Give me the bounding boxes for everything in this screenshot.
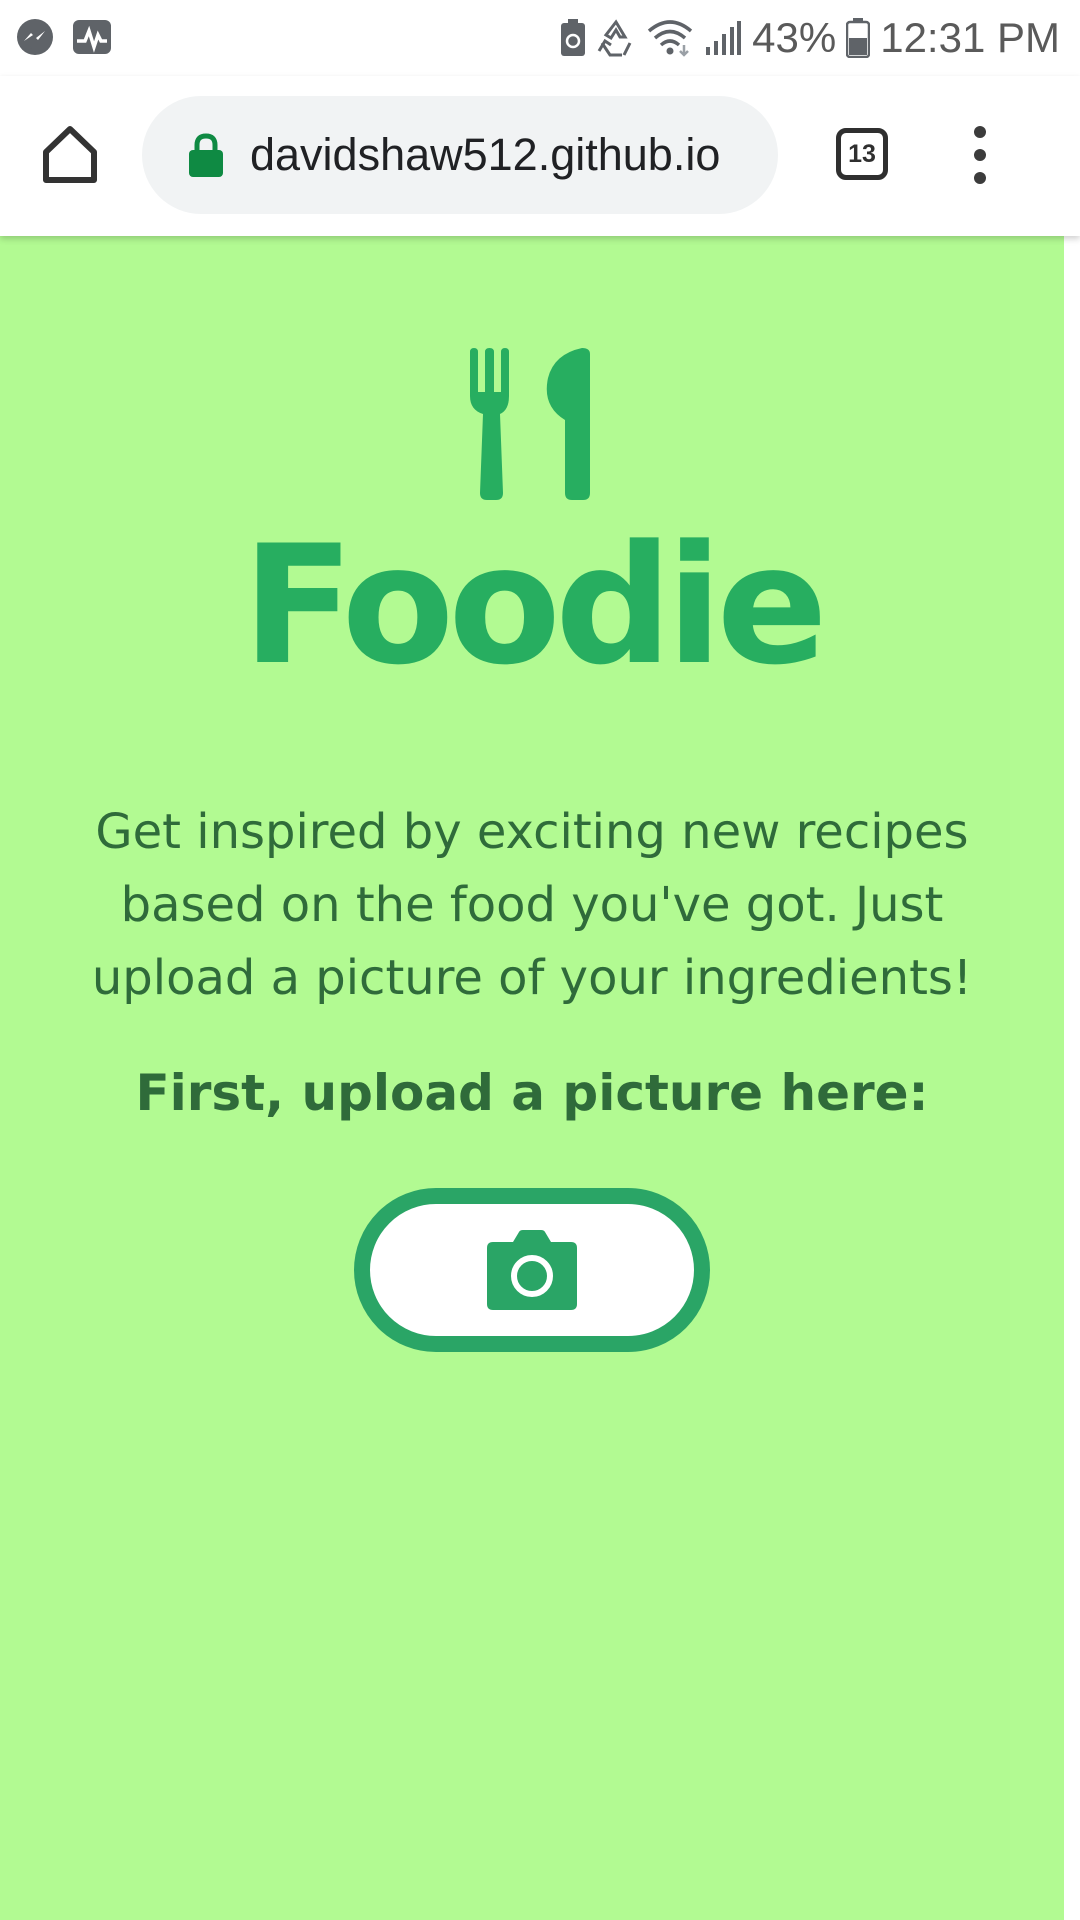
status-bar-right: 43% 12:31 PM bbox=[560, 10, 1060, 66]
camera-icon bbox=[487, 1230, 577, 1310]
status-bar: 43% 12:31 PM bbox=[0, 0, 1080, 76]
intro-text: Get inspired by exciting new recipes bas… bbox=[91, 804, 973, 1006]
url-text: davidshaw512.github.io bbox=[250, 129, 721, 180]
tabs-button[interactable]: 13 bbox=[836, 128, 888, 180]
battery-saver-icon bbox=[561, 19, 586, 56]
tab-count: 13 bbox=[848, 139, 876, 168]
upload-prompt: First, upload a picture here: bbox=[135, 1064, 929, 1122]
page-content: Foodie Get inspired by exciting new reci… bbox=[0, 236, 1064, 1920]
browser-toolbar: davidshaw512.github.io 13 bbox=[0, 76, 1080, 236]
activity-icon bbox=[73, 20, 111, 54]
more-menu-icon-dot bbox=[974, 126, 986, 138]
battery-percent: 43% bbox=[752, 14, 837, 61]
more-menu-button[interactable] bbox=[960, 126, 1000, 184]
more-menu-icon-dot bbox=[974, 149, 986, 161]
messenger-icon bbox=[17, 19, 53, 55]
wifi-icon bbox=[648, 20, 693, 57]
battery-icon bbox=[846, 18, 871, 58]
home-button[interactable] bbox=[38, 122, 102, 186]
more-menu-icon-dot bbox=[974, 172, 986, 184]
page-edge bbox=[1064, 236, 1080, 1920]
recycle-icon bbox=[597, 19, 632, 57]
upload-picture-button[interactable] bbox=[354, 1188, 710, 1352]
brand-title: Foodie bbox=[242, 510, 828, 701]
home-icon bbox=[43, 126, 97, 183]
fork-knife-icon bbox=[470, 348, 590, 500]
status-bar-left bbox=[16, 18, 112, 56]
lock-icon bbox=[189, 133, 223, 177]
url-bar[interactable]: davidshaw512.github.io bbox=[142, 96, 778, 214]
signal-icon bbox=[706, 21, 742, 55]
clock: 12:31 PM bbox=[880, 14, 1060, 61]
